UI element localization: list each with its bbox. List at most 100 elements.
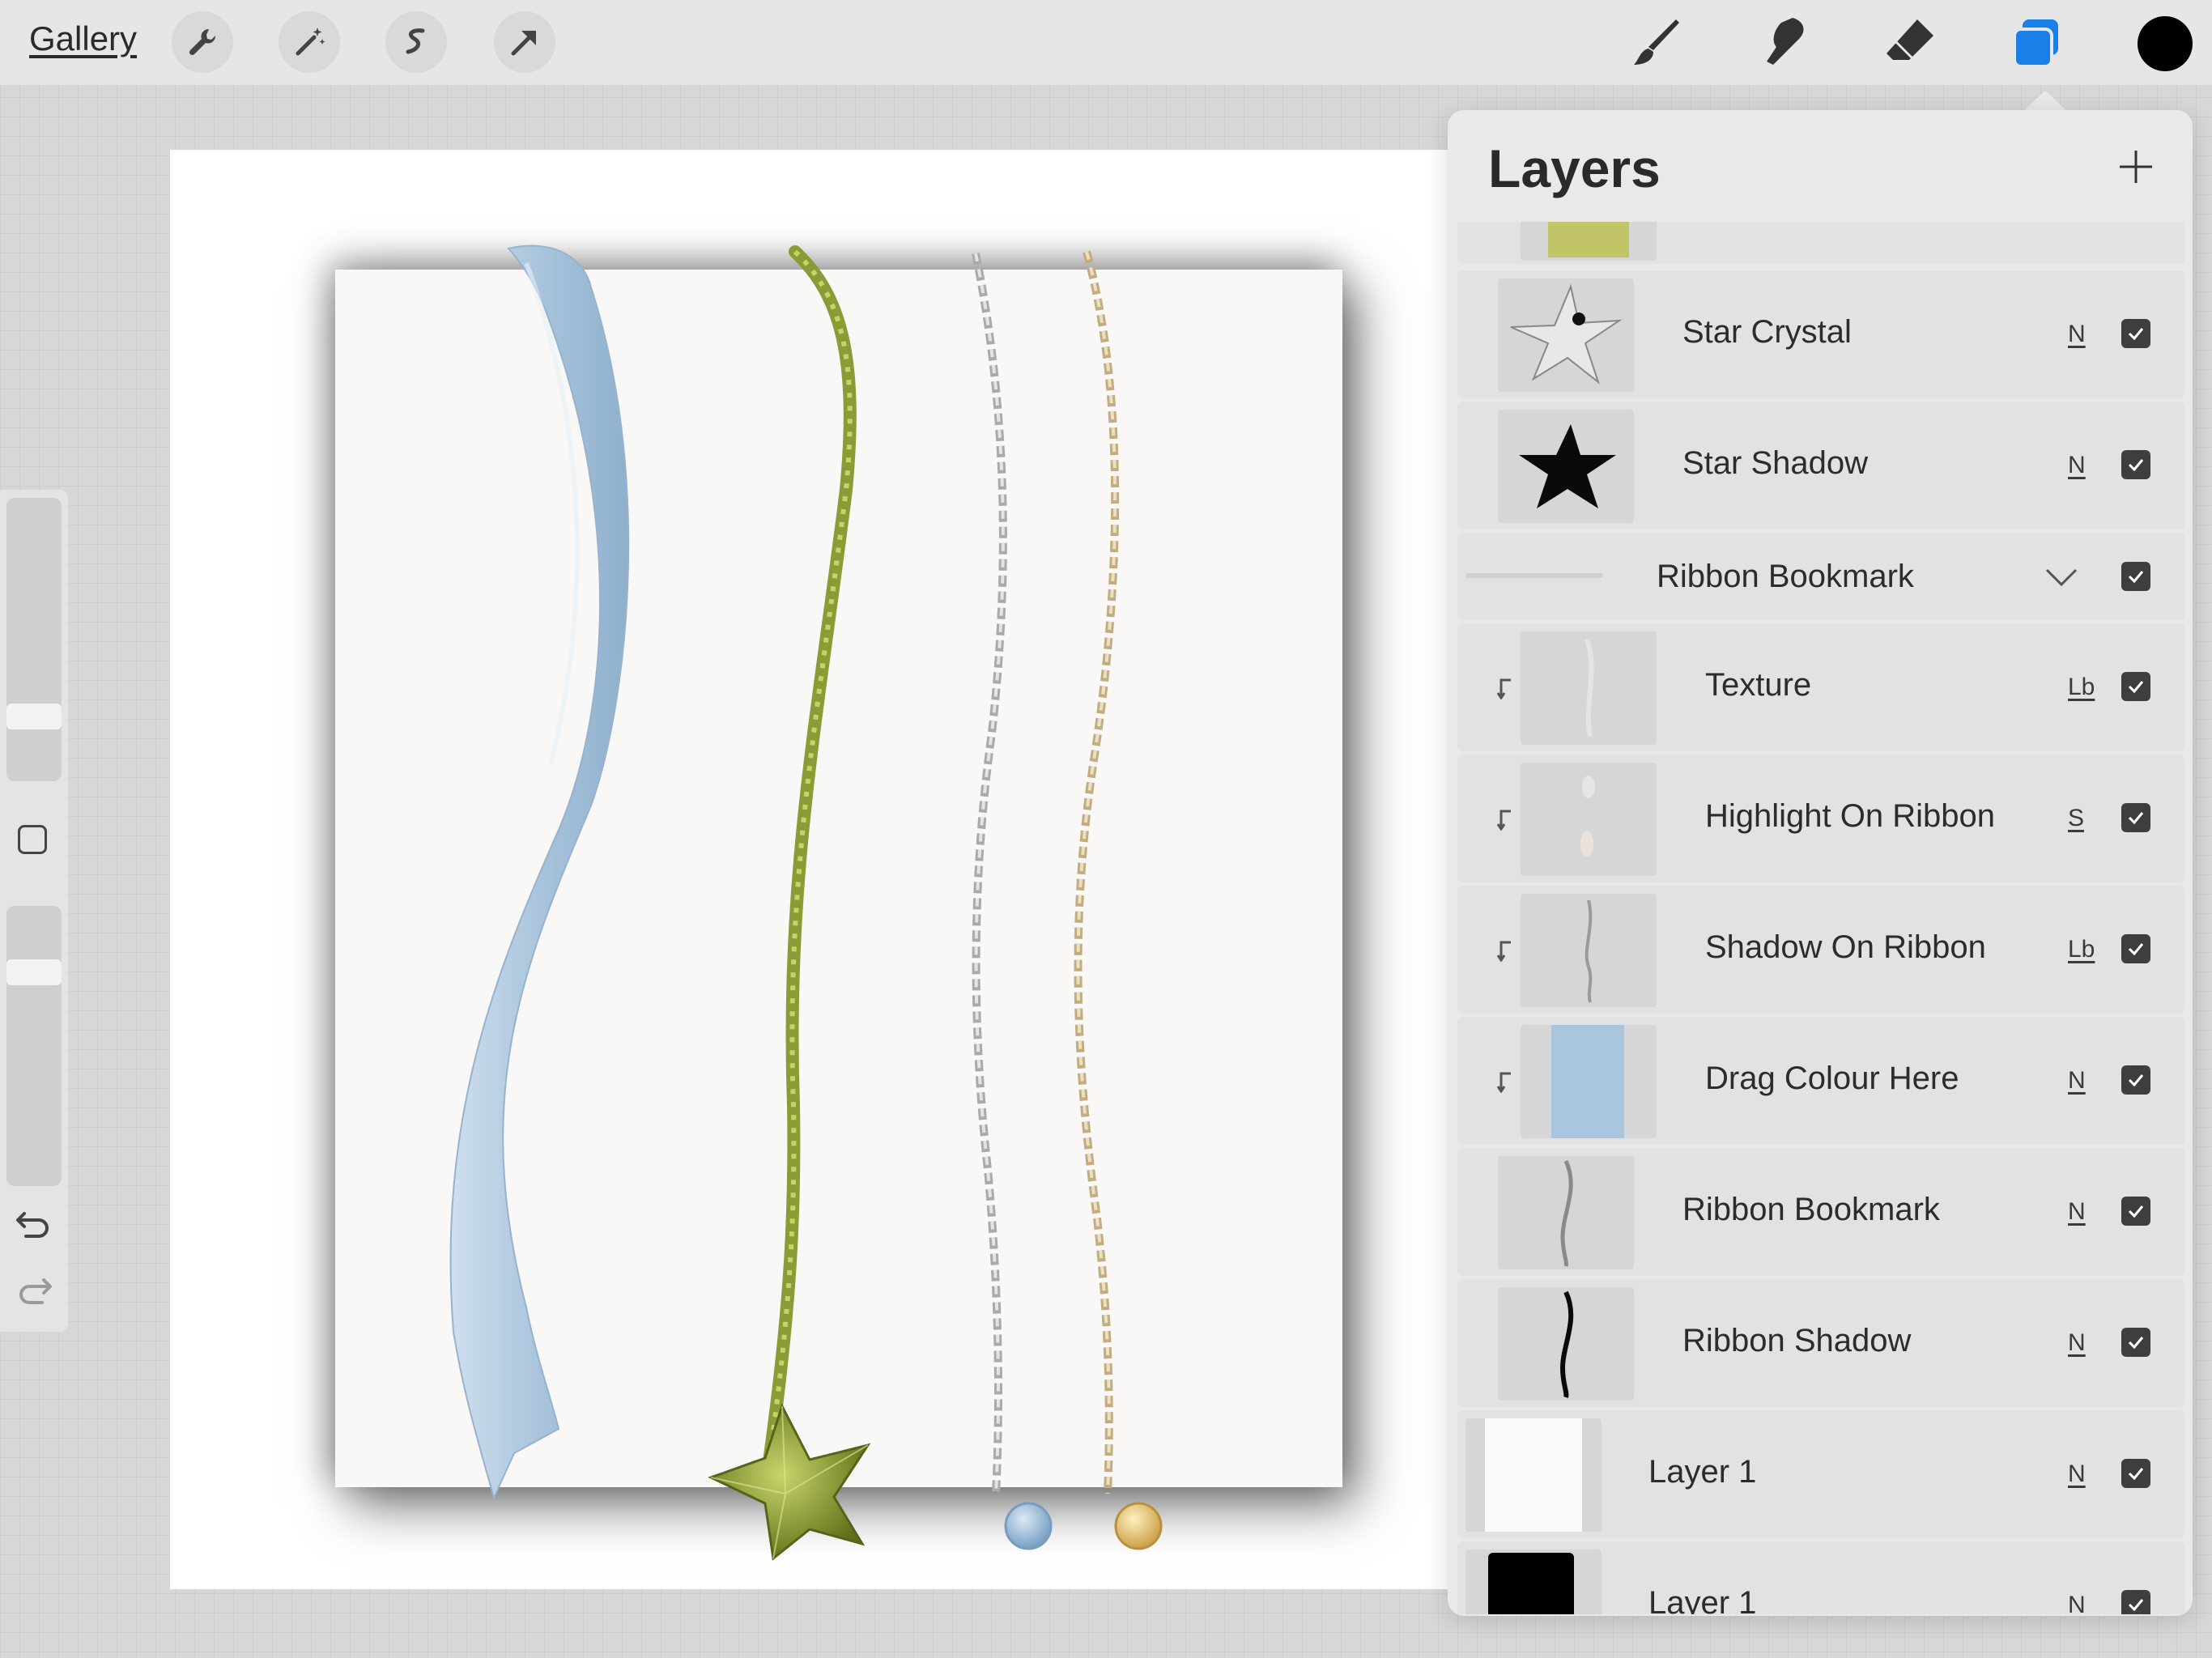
blend-mode-button[interactable]: N <box>2068 1198 2086 1226</box>
clipping-mask-icon <box>1496 941 1511 962</box>
layer-thumbnail <box>1521 894 1657 1007</box>
layer-name: Layer 1 <box>1648 1454 1757 1490</box>
selection-icon <box>406 28 425 54</box>
layer-row-ribbon-shadow[interactable]: Ribbon Shadow N <box>1457 1279 2184 1407</box>
visibility-checkbox[interactable] <box>2121 1328 2150 1357</box>
gallery-button[interactable]: Gallery <box>29 19 137 58</box>
blend-mode-button[interactable]: N <box>2068 452 2086 479</box>
smudge-icon <box>1767 18 1804 65</box>
layer-thumbnail <box>1465 1550 1602 1614</box>
visibility-checkbox[interactable] <box>2121 562 2150 591</box>
brush-tool-button[interactable] <box>1627 13 1687 73</box>
checkmark-icon <box>2128 812 2144 825</box>
layer-row-ribbon-bookmark[interactable]: Ribbon Bookmark N <box>1457 1148 2184 1276</box>
blend-mode-button[interactable]: N <box>2068 1460 2086 1488</box>
checkmark-icon <box>2128 1599 2144 1612</box>
undo-icon[interactable] <box>15 1205 53 1241</box>
visibility-checkbox[interactable] <box>2121 1459 2150 1488</box>
layer-list[interactable]: Star Crystal N Star Shadow N Ribbon Book… <box>1457 222 2186 1614</box>
layer-row-texture[interactable]: Texture Lb <box>1457 623 2184 751</box>
redo-icon[interactable] <box>15 1272 53 1307</box>
wrench-icon <box>189 28 216 56</box>
visibility-checkbox[interactable] <box>2121 672 2150 701</box>
layer-group-ribbon-bookmark[interactable]: Ribbon Bookmark <box>1457 533 2184 620</box>
adjustments-button[interactable] <box>279 11 340 73</box>
layer-name: Drag Colour Here <box>1705 1061 1959 1096</box>
checkmark-icon <box>2128 681 2144 694</box>
layer-row-highlight-on-ribbon[interactable]: Highlight On Ribbon S <box>1457 755 2184 882</box>
checkmark-icon <box>2128 459 2144 472</box>
group-name: Ribbon Bookmark <box>1657 559 1914 594</box>
green-cord <box>763 245 857 1468</box>
selection-button[interactable] <box>385 11 447 73</box>
panel-pointer <box>2023 91 2068 112</box>
top-toolbar: Gallery <box>0 0 2212 85</box>
group-indicator <box>1465 573 1603 578</box>
clipping-mask-icon <box>1496 678 1511 699</box>
transform-button[interactable] <box>494 11 555 73</box>
layer-thumbnail <box>1498 410 1634 523</box>
left-sidebar <box>0 490 68 1332</box>
layer-row-star-crystal[interactable]: Star Crystal N <box>1457 270 2184 398</box>
blend-mode-button[interactable]: N <box>2068 321 2086 348</box>
brush-size-knob[interactable] <box>6 704 62 729</box>
visibility-checkbox[interactable] <box>2121 450 2150 479</box>
checkmark-icon <box>2128 943 2144 956</box>
visibility-checkbox[interactable] <box>2121 1065 2150 1095</box>
layer-thumbnail <box>1498 278 1634 392</box>
layer-thumbnail <box>1521 763 1657 876</box>
layer-name: Ribbon Shadow <box>1682 1323 1912 1358</box>
transform-arrow-icon <box>511 31 536 56</box>
modify-button[interactable] <box>18 825 47 854</box>
layers-tool-button[interactable] <box>2006 13 2066 73</box>
visibility-checkbox[interactable] <box>2121 319 2150 348</box>
gold-chain <box>1074 250 1120 1494</box>
layers-icon <box>2013 19 2058 68</box>
layer-name: Star Crystal <box>1682 314 1852 350</box>
checkmark-icon <box>2128 1205 2144 1218</box>
artwork <box>449 244 1163 1561</box>
checkmark-icon <box>2128 328 2144 341</box>
layer-name: Texture <box>1705 667 1812 703</box>
layer-thumbnail <box>1498 1287 1634 1401</box>
blend-mode-button[interactable]: S <box>2068 805 2084 832</box>
opacity-knob[interactable] <box>6 959 62 985</box>
visibility-checkbox[interactable] <box>2121 1590 2150 1614</box>
eraser-icon <box>1887 19 1933 60</box>
plus-icon[interactable] <box>2112 142 2160 191</box>
checkmark-icon <box>2128 1468 2144 1481</box>
color-picker-button[interactable] <box>2138 16 2193 71</box>
layer-row-star-shadow[interactable]: Star Shadow N <box>1457 402 2184 529</box>
blend-mode-button[interactable]: Lb <box>2068 674 2095 701</box>
clipping-mask-icon <box>1496 810 1511 831</box>
checkmark-icon <box>2128 1337 2144 1350</box>
blue-ribbon <box>449 244 630 1500</box>
opacity-slider[interactable] <box>6 906 62 1186</box>
layer-name: Layer 1 <box>1648 1585 1757 1614</box>
eraser-tool-button[interactable] <box>1880 13 1940 73</box>
brush-size-slider[interactable] <box>6 498 62 781</box>
actions-button[interactable] <box>172 11 233 73</box>
blend-mode-button[interactable]: N <box>2068 1592 2086 1614</box>
blue-gem <box>1004 1502 1053 1550</box>
layer-row-layer-1-black[interactable]: Layer 1 N <box>1457 1541 2184 1614</box>
layer-row-drag-colour-here[interactable]: Drag Colour Here N <box>1457 1017 2184 1145</box>
blend-mode-button[interactable]: N <box>2068 1067 2086 1095</box>
chevron-down-icon[interactable] <box>2044 565 2079 589</box>
layer-row-shadow-on-ribbon[interactable]: Shadow On Ribbon Lb <box>1457 886 2184 1014</box>
brush-icon <box>1634 19 1679 65</box>
blend-mode-button[interactable]: Lb <box>2068 936 2095 963</box>
layer-thumbnail <box>1498 1156 1634 1269</box>
visibility-checkbox[interactable] <box>2121 803 2150 832</box>
layers-panel: Layers Star Crystal N Star Shadow N Ribb… <box>1448 110 2193 1616</box>
layer-row-partial[interactable] <box>1457 222 2184 264</box>
magic-wand-icon <box>296 28 325 56</box>
visibility-checkbox[interactable] <box>2121 934 2150 963</box>
blend-mode-button[interactable]: N <box>2068 1329 2086 1357</box>
visibility-checkbox[interactable] <box>2121 1197 2150 1226</box>
smudge-tool-button[interactable] <box>1754 13 1814 73</box>
layer-row-layer-1[interactable]: Layer 1 N <box>1457 1410 2184 1538</box>
layer-name: Highlight On Ribbon <box>1705 798 1995 834</box>
drawing-canvas[interactable] <box>170 150 1579 1589</box>
layer-name: Ribbon Bookmark <box>1682 1192 1940 1227</box>
